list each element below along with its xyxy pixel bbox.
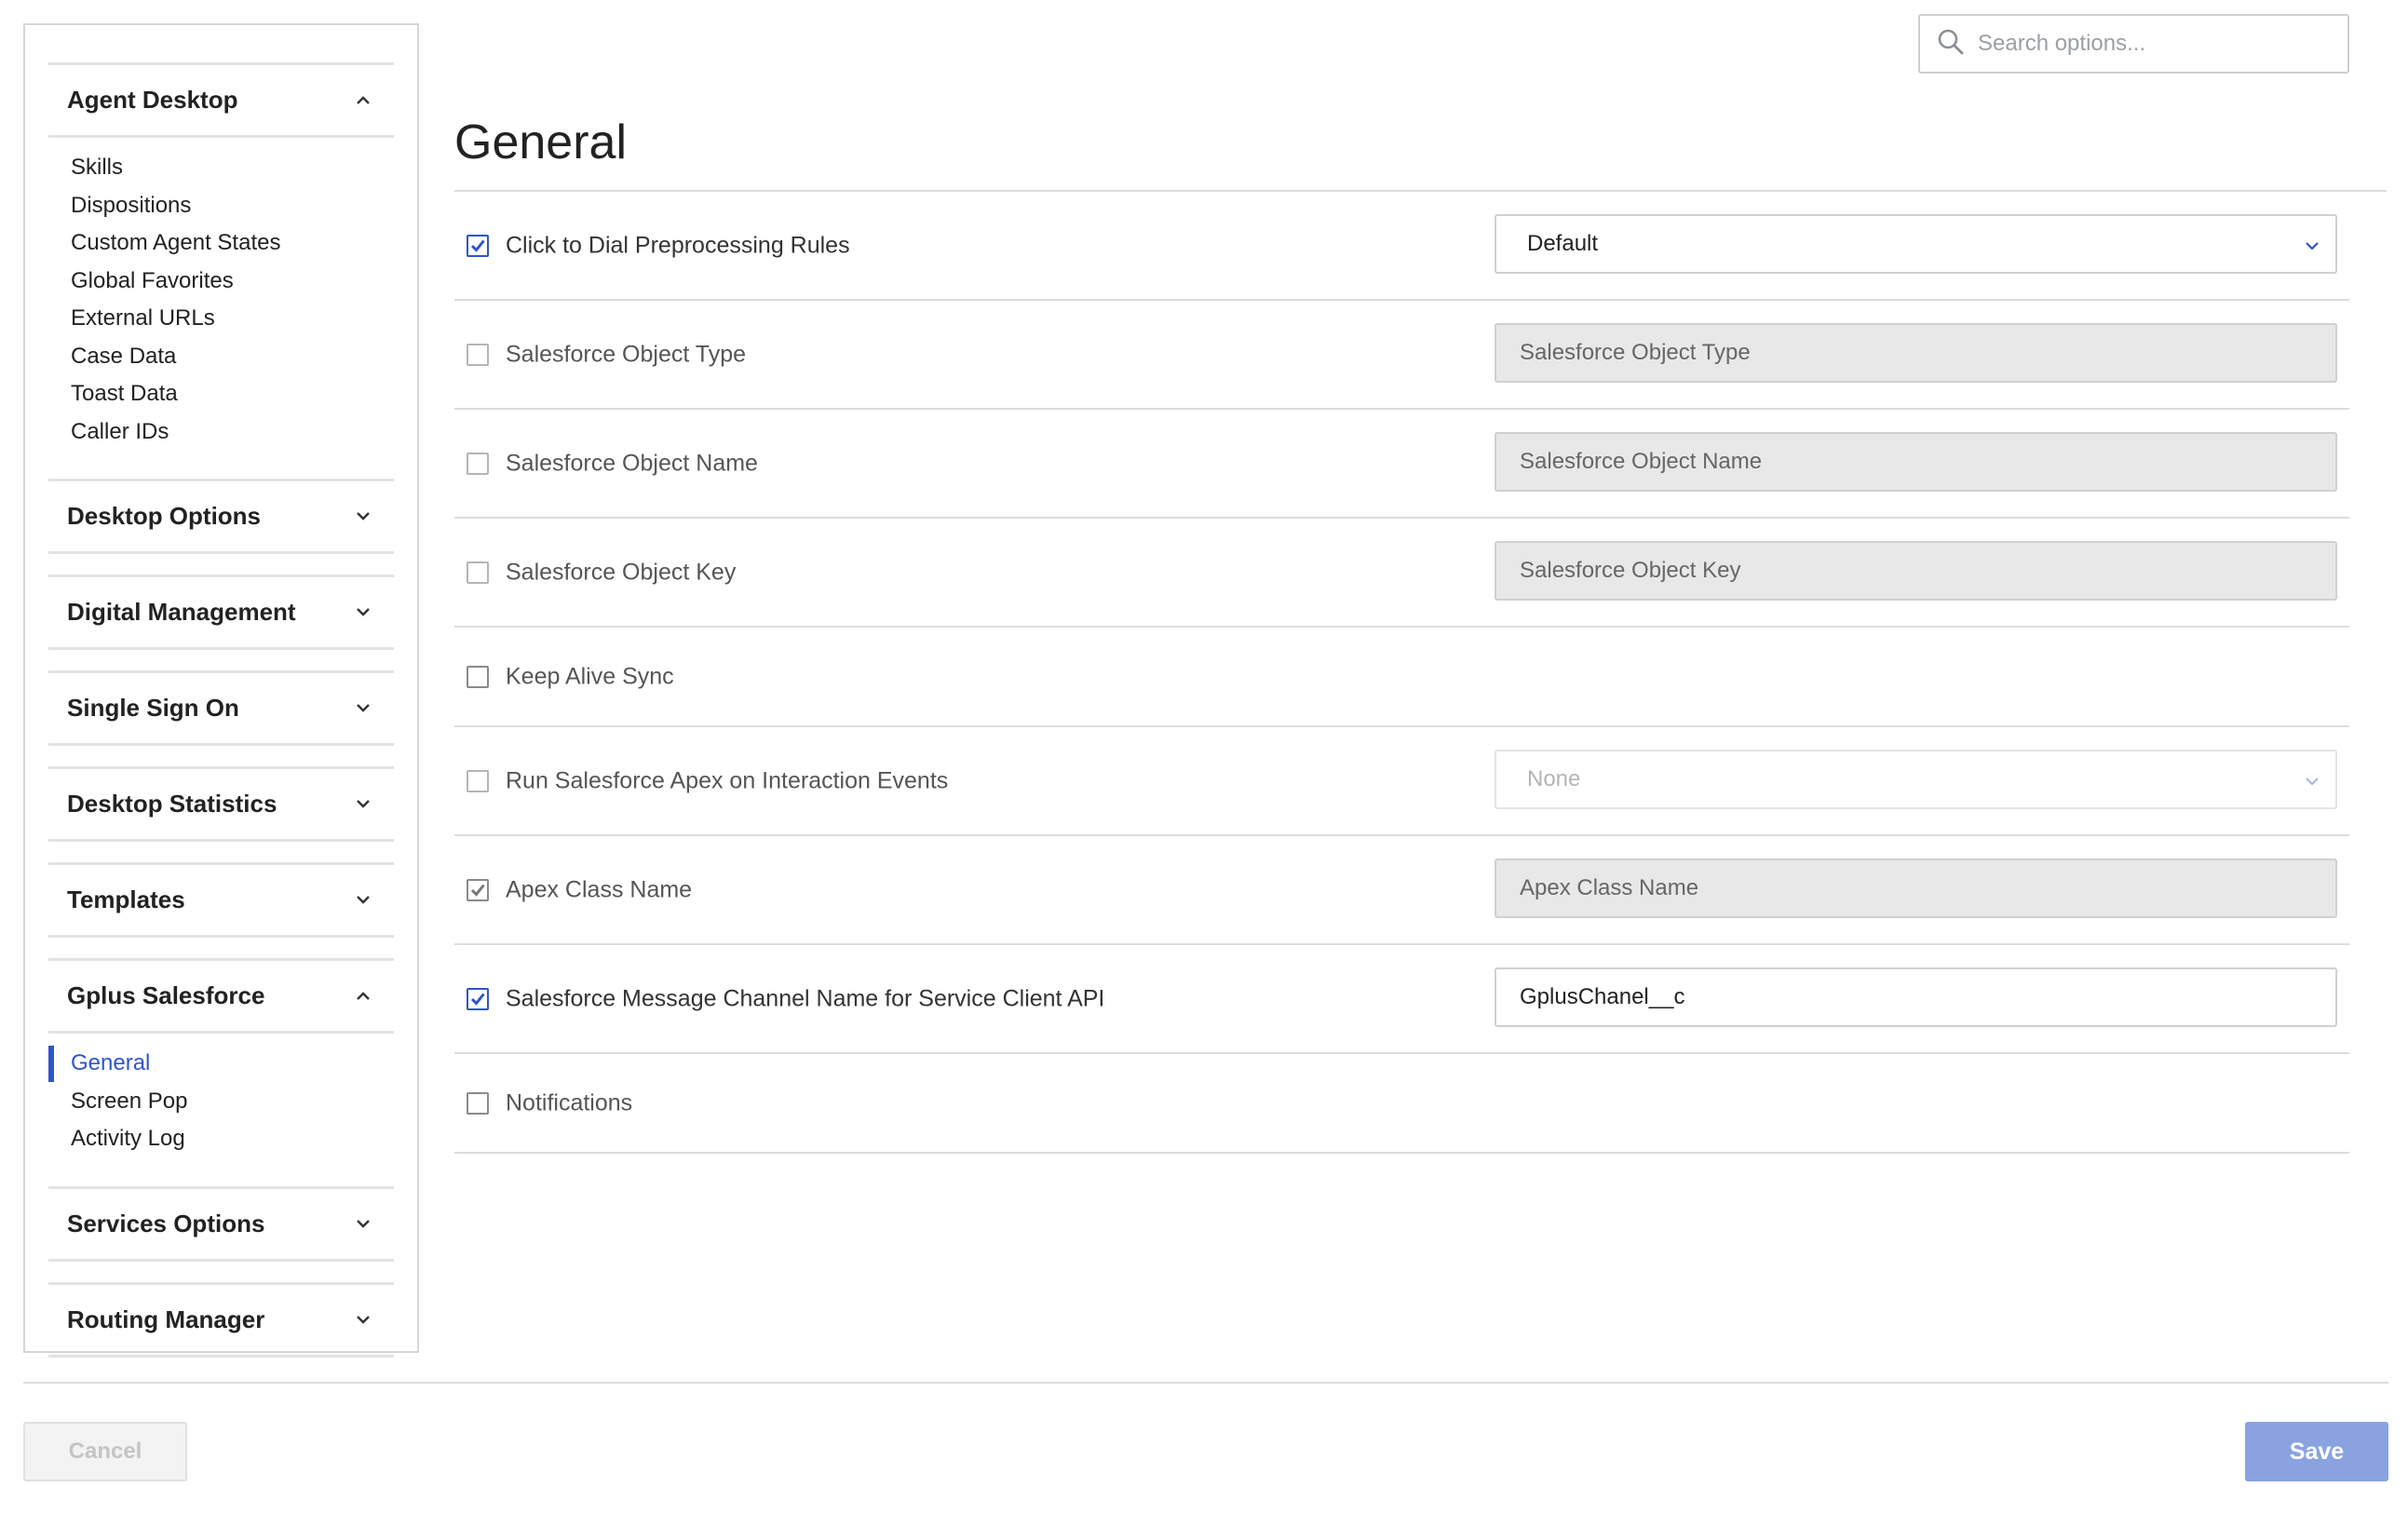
salesforce-object-key-checkbox[interactable] xyxy=(467,561,489,584)
chevron-down-icon xyxy=(2306,231,2319,257)
nav-item-custom-agent-states[interactable]: Custom Agent States xyxy=(48,224,394,263)
nav-section-templates: Templates xyxy=(48,862,394,938)
nav-item-external-urls[interactable]: External URLs xyxy=(48,300,394,338)
chevron-down-icon xyxy=(351,1211,375,1236)
apex-class-name-field: Apex Class Name xyxy=(1495,859,2337,918)
nav-header-gplus-salesforce[interactable]: Gplus Salesforce xyxy=(48,958,394,1034)
nav-header-label: Desktop Statistics xyxy=(67,790,277,818)
setting-label: Run Salesforce Apex on Interaction Event… xyxy=(506,767,949,793)
nav-header-services-options[interactable]: Services Options xyxy=(48,1185,394,1262)
nav-section-agent-desktop: Agent Desktop Skills Dispositions Custom… xyxy=(48,62,394,458)
chevron-down-icon xyxy=(351,505,375,529)
chevron-up-icon xyxy=(351,984,375,1008)
nav-section-services-options: Services Options xyxy=(48,1185,394,1262)
setting-label: Apex Class Name xyxy=(506,876,693,902)
setting-row-message-channel: Salesforce Message Channel Name for Serv… xyxy=(454,945,2349,1054)
salesforce-object-type-checkbox[interactable] xyxy=(467,343,489,366)
nav-item-case-data[interactable]: Case Data xyxy=(48,338,394,376)
setting-row-click-to-dial: Click to Dial Preprocessing Rules Defaul… xyxy=(454,192,2349,301)
save-button[interactable]: Save xyxy=(2245,1422,2388,1481)
page-title: General xyxy=(454,115,627,169)
nav-item-dispositions[interactable]: Dispositions xyxy=(48,187,394,225)
setting-label: Salesforce Message Channel Name for Serv… xyxy=(506,985,1105,1011)
nav-item-general[interactable]: General xyxy=(48,1045,394,1083)
cancel-button[interactable]: Cancel xyxy=(23,1422,187,1481)
setting-label: Keep Alive Sync xyxy=(506,663,674,689)
chevron-down-icon xyxy=(351,696,375,721)
setting-row-salesforce-object-key: Salesforce Object Key Salesforce Object … xyxy=(454,519,2349,628)
setting-row-notifications: Notifications xyxy=(454,1054,2349,1154)
nav-item-toast-data[interactable]: Toast Data xyxy=(48,375,394,413)
nav-header-label: Routing Manager xyxy=(67,1305,265,1333)
message-channel-checkbox[interactable] xyxy=(467,987,489,1010)
setting-label: Salesforce Object Name xyxy=(506,450,758,476)
chevron-down-icon xyxy=(351,601,375,625)
settings-list: Click to Dial Preprocessing Rules Defaul… xyxy=(454,192,2349,1154)
click-to-dial-select[interactable]: Default xyxy=(1495,214,2337,274)
select-value: Default xyxy=(1527,231,1599,256)
select-value: None xyxy=(1527,766,1581,791)
apex-class-name-checkbox[interactable] xyxy=(467,878,489,901)
search-input[interactable] xyxy=(1976,30,2330,58)
message-channel-input[interactable]: GplusChanel__c xyxy=(1495,967,2337,1027)
footer-divider xyxy=(23,1382,2388,1384)
nav-section-routing-manager: Routing Manager xyxy=(48,1281,394,1358)
nav-header-desktop-statistics[interactable]: Desktop Statistics xyxy=(48,766,394,842)
nav-header-label: Single Sign On xyxy=(67,694,239,722)
nav-header-label: Desktop Options xyxy=(67,502,262,530)
setting-label: Salesforce Object Key xyxy=(506,559,737,585)
click-to-dial-checkbox[interactable] xyxy=(467,234,489,257)
nav-header-agent-desktop[interactable]: Agent Desktop xyxy=(48,62,394,138)
nav-header-label: Templates xyxy=(67,886,185,913)
nav-items-gplus-salesforce: General Screen Pop Activity Log xyxy=(48,1034,394,1166)
nav-header-desktop-options[interactable]: Desktop Options xyxy=(48,479,394,554)
nav-header-routing-manager[interactable]: Routing Manager xyxy=(48,1281,394,1358)
salesforce-object-type-field: Salesforce Object Type xyxy=(1495,323,2337,383)
setting-label: Notifications xyxy=(506,1089,633,1116)
nav-header-templates[interactable]: Templates xyxy=(48,862,394,938)
nav-items-agent-desktop: Skills Dispositions Custom Agent States … xyxy=(48,138,394,458)
nav-section-single-sign-on: Single Sign On xyxy=(48,670,394,746)
nav-item-screen-pop[interactable]: Screen Pop xyxy=(48,1083,394,1121)
setting-label: Salesforce Object Type xyxy=(506,341,747,367)
nav-item-activity-log[interactable]: Activity Log xyxy=(48,1120,394,1158)
salesforce-object-name-field: Salesforce Object Name xyxy=(1495,432,2337,492)
chevron-down-icon xyxy=(351,1307,375,1332)
salesforce-object-key-field: Salesforce Object Key xyxy=(1495,541,2337,601)
nav-header-label: Gplus Salesforce xyxy=(67,981,265,1009)
nav-section-desktop-options: Desktop Options xyxy=(48,479,394,554)
search-icon xyxy=(1937,28,1965,61)
nav-section-gplus-salesforce: Gplus Salesforce General Screen Pop Acti… xyxy=(48,958,394,1166)
chevron-down-icon xyxy=(351,792,375,817)
nav-header-label: Services Options xyxy=(67,1209,265,1237)
chevron-up-icon xyxy=(351,88,375,113)
chevron-down-icon xyxy=(351,888,375,913)
notifications-checkbox[interactable] xyxy=(467,1091,489,1115)
search-box[interactable] xyxy=(1918,14,2349,74)
run-apex-select: None xyxy=(1495,750,2337,809)
setting-row-salesforce-object-type: Salesforce Object Type Salesforce Object… xyxy=(454,301,2349,410)
setting-label: Click to Dial Preprocessing Rules xyxy=(506,232,850,258)
run-apex-checkbox[interactable] xyxy=(467,769,489,792)
nav-item-skills[interactable]: Skills xyxy=(48,149,394,187)
nav-section-desktop-statistics: Desktop Statistics xyxy=(48,766,394,842)
nav-header-label: Agent Desktop xyxy=(67,86,238,114)
nav-header-label: Digital Management xyxy=(67,598,296,626)
setting-row-run-apex: Run Salesforce Apex on Interaction Event… xyxy=(454,727,2349,836)
nav-header-single-sign-on[interactable]: Single Sign On xyxy=(48,670,394,746)
nav-header-digital-management[interactable]: Digital Management xyxy=(48,575,394,650)
keep-alive-sync-checkbox[interactable] xyxy=(467,665,489,688)
nav-item-caller-ids[interactable]: Caller IDs xyxy=(48,413,394,452)
setting-row-apex-class-name: Apex Class Name Apex Class Name xyxy=(454,836,2349,945)
nav-section-digital-management: Digital Management xyxy=(48,575,394,650)
salesforce-object-name-checkbox[interactable] xyxy=(467,452,489,475)
settings-sidebar: Agent Desktop Skills Dispositions Custom… xyxy=(23,23,419,1358)
chevron-down-icon xyxy=(2306,766,2319,792)
nav-item-global-favorites[interactable]: Global Favorites xyxy=(48,263,394,301)
setting-row-keep-alive-sync: Keep Alive Sync xyxy=(454,628,2349,727)
setting-row-salesforce-object-name: Salesforce Object Name Salesforce Object… xyxy=(454,410,2349,519)
